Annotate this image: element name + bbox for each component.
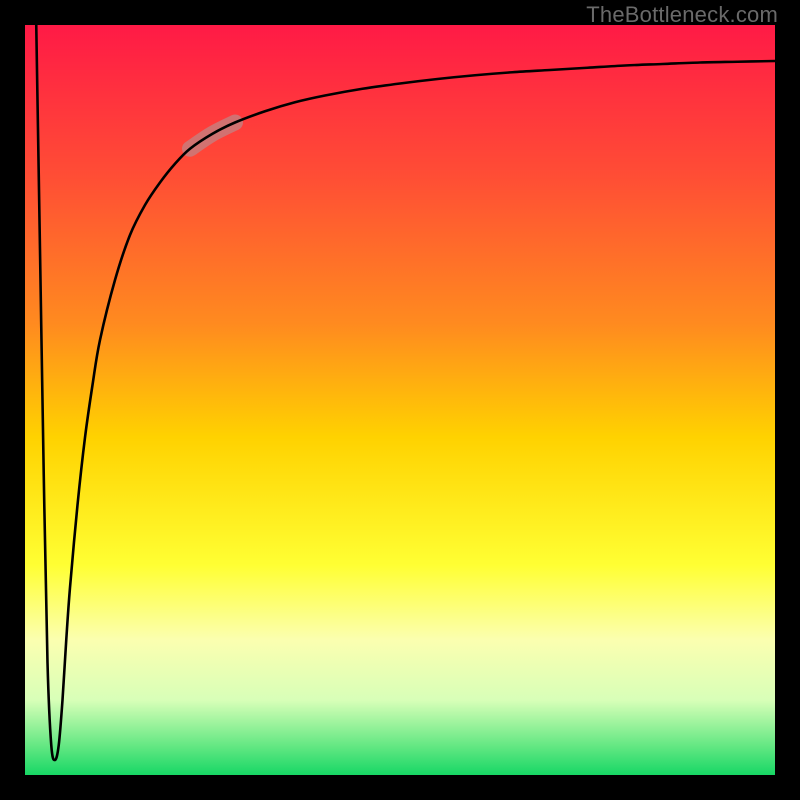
gradient-background [25, 25, 775, 775]
chart-svg [25, 25, 775, 775]
chart-container: TheBottleneck.com [0, 0, 800, 800]
